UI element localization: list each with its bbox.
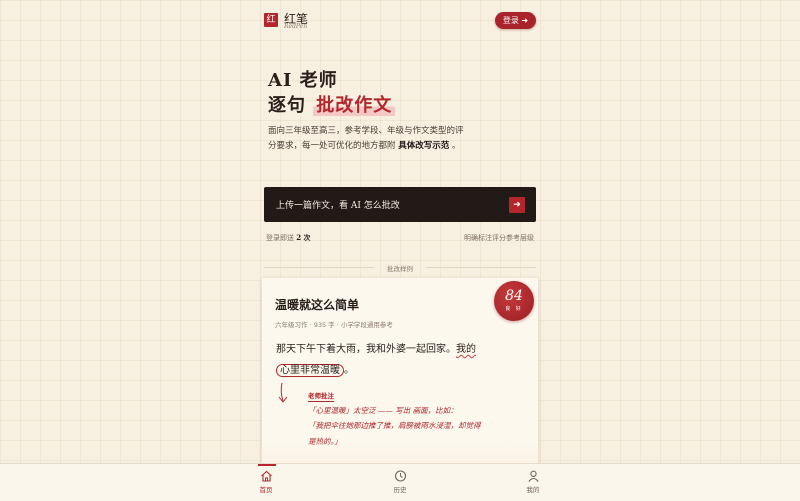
essay-text: 那天下午下着大雨，我和外婆一起回家。 bbox=[276, 344, 456, 355]
teacher-comment-label: 老师批注 bbox=[308, 392, 334, 402]
free-quota-prefix: 登录即送 bbox=[266, 234, 294, 242]
grading-reference-note: 明确标注评分参考层级 bbox=[464, 234, 534, 242]
free-quota-count: 2 次 bbox=[296, 233, 311, 242]
bottom-nav: 首页 历史 我的 bbox=[0, 463, 800, 501]
divider-left bbox=[264, 267, 374, 268]
score-value: 84 bbox=[505, 288, 523, 304]
hero-title-line1: AI 老师 bbox=[268, 70, 338, 91]
nav-history[interactable]: 历史 bbox=[370, 464, 430, 494]
sample-section-label: 批改样例 bbox=[387, 265, 413, 273]
hero-description-bold: 具体改写示范 bbox=[398, 141, 450, 151]
score-badge: 84 良 好 bbox=[494, 281, 534, 321]
essay-title: 温暖就这么简单 bbox=[275, 298, 360, 312]
hero-title-prefix: 逐句 bbox=[268, 95, 306, 116]
essay-underlined-text: 我的 bbox=[456, 344, 476, 355]
score-grade: 良 好 bbox=[505, 306, 523, 312]
essay-line-2: 心里非常温暖。 bbox=[276, 361, 354, 377]
upload-essay-label: 上传一篇作文，看 AI 怎么批改 bbox=[276, 201, 400, 211]
essay-text-end: 。 bbox=[344, 365, 354, 376]
hero-title-highlight: 批改作文 bbox=[313, 95, 396, 116]
essay-circled-text: 心里非常温暖 bbox=[276, 364, 344, 377]
divider-right bbox=[426, 267, 536, 268]
nav-mine[interactable]: 我的 bbox=[503, 464, 563, 494]
hero-title-line2: 逐句 批改作文 bbox=[268, 91, 396, 117]
teacher-comment-line: 「我把伞往她那边推了推，肩膀被雨水浸湿，却觉得 bbox=[308, 421, 481, 430]
nav-home-label: 首页 bbox=[259, 486, 273, 494]
login-button[interactable]: 登录 ➜ bbox=[495, 12, 536, 29]
upload-essay-button[interactable]: 上传一篇作文，看 AI 怎么批改 ➜ bbox=[264, 187, 536, 222]
essay-meta: 六年级习作 · 935 字 · 小学学段通用参考 bbox=[275, 321, 393, 329]
user-icon bbox=[527, 470, 539, 482]
hero-description: 面向三年级至高三，参考学段、年级与作文类型的评分要求，每一处可优化的地方都附 具… bbox=[268, 124, 468, 154]
hero-description-end: 。 bbox=[451, 141, 461, 151]
nav-mine-label: 我的 bbox=[526, 486, 540, 494]
nav-history-label: 历史 bbox=[393, 486, 407, 494]
logo-mark: 红 bbox=[264, 13, 278, 27]
history-icon bbox=[394, 470, 406, 482]
teacher-comment-line: 「心里温暖」太空泛 —— 写出 画面，比如： bbox=[308, 406, 458, 415]
free-quota-note: 登录即送 2 次 bbox=[266, 233, 311, 243]
essay-line-1: 那天下午下着大雨，我和外婆一起回家。我的 bbox=[276, 340, 476, 355]
home-icon bbox=[260, 470, 272, 482]
nav-home[interactable]: 首页 bbox=[236, 464, 296, 494]
brand-subtitle: RedPen bbox=[284, 23, 308, 30]
annotation-arrow-icon bbox=[278, 382, 290, 408]
arrow-right-icon: ➜ bbox=[509, 197, 525, 213]
